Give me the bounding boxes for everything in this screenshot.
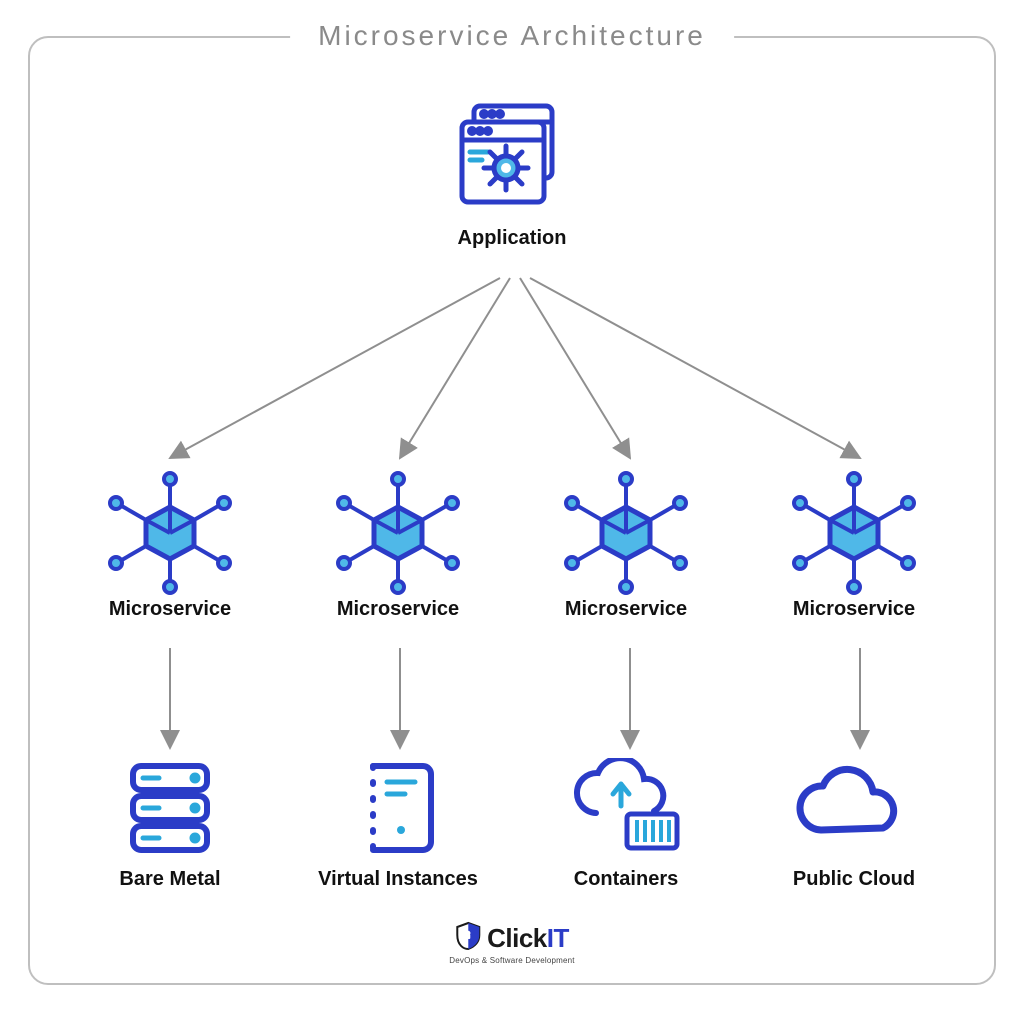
microservice-node: Microservice <box>754 468 954 621</box>
cloud-container-icon <box>526 758 726 858</box>
server-stack-icon <box>70 758 270 858</box>
infra-label: Virtual Instances <box>298 868 498 891</box>
infra-label: Containers <box>526 868 726 891</box>
infra-label: Bare Metal <box>70 868 270 891</box>
infra-node-virtual: Virtual Instances <box>298 758 498 891</box>
microservice-label: Microservice <box>70 598 270 621</box>
application-label: Application <box>412 227 612 250</box>
cloud-icon <box>754 758 954 858</box>
microservices-row: Microservice Microservice Microservice M… <box>70 468 954 621</box>
brand-name-b: IT <box>547 923 569 953</box>
infra-label: Public Cloud <box>754 868 954 891</box>
application-node: Application <box>412 100 612 250</box>
cube-network-icon <box>70 468 270 598</box>
cube-network-icon <box>298 468 498 598</box>
infra-node-containers: Containers <box>526 758 726 891</box>
brand-tagline: DevOps & Software Development <box>449 956 574 965</box>
vm-icon <box>298 758 498 858</box>
microservice-node: Microservice <box>298 468 498 621</box>
microservice-node: Microservice <box>70 468 270 621</box>
application-icon <box>452 100 572 210</box>
infrastructure-row: Bare Metal Virtual Instances Containers … <box>70 758 954 891</box>
brand-name-a: Click <box>487 923 547 953</box>
microservice-label: Microservice <box>526 598 726 621</box>
microservice-label: Microservice <box>298 598 498 621</box>
infra-node-public-cloud: Public Cloud <box>754 758 954 891</box>
shield-icon <box>455 921 481 956</box>
cube-network-icon <box>754 468 954 598</box>
microservice-label: Microservice <box>754 598 954 621</box>
microservice-node: Microservice <box>526 468 726 621</box>
brand-logo: ClickIT DevOps & Software Development <box>449 921 574 965</box>
brand-name: ClickIT <box>487 923 569 954</box>
infra-node-bare-metal: Bare Metal <box>70 758 270 891</box>
diagram-title: Microservice Architecture <box>290 20 734 52</box>
diagram-frame: Microservice Architecture <box>28 36 996 985</box>
cube-network-icon <box>526 468 726 598</box>
